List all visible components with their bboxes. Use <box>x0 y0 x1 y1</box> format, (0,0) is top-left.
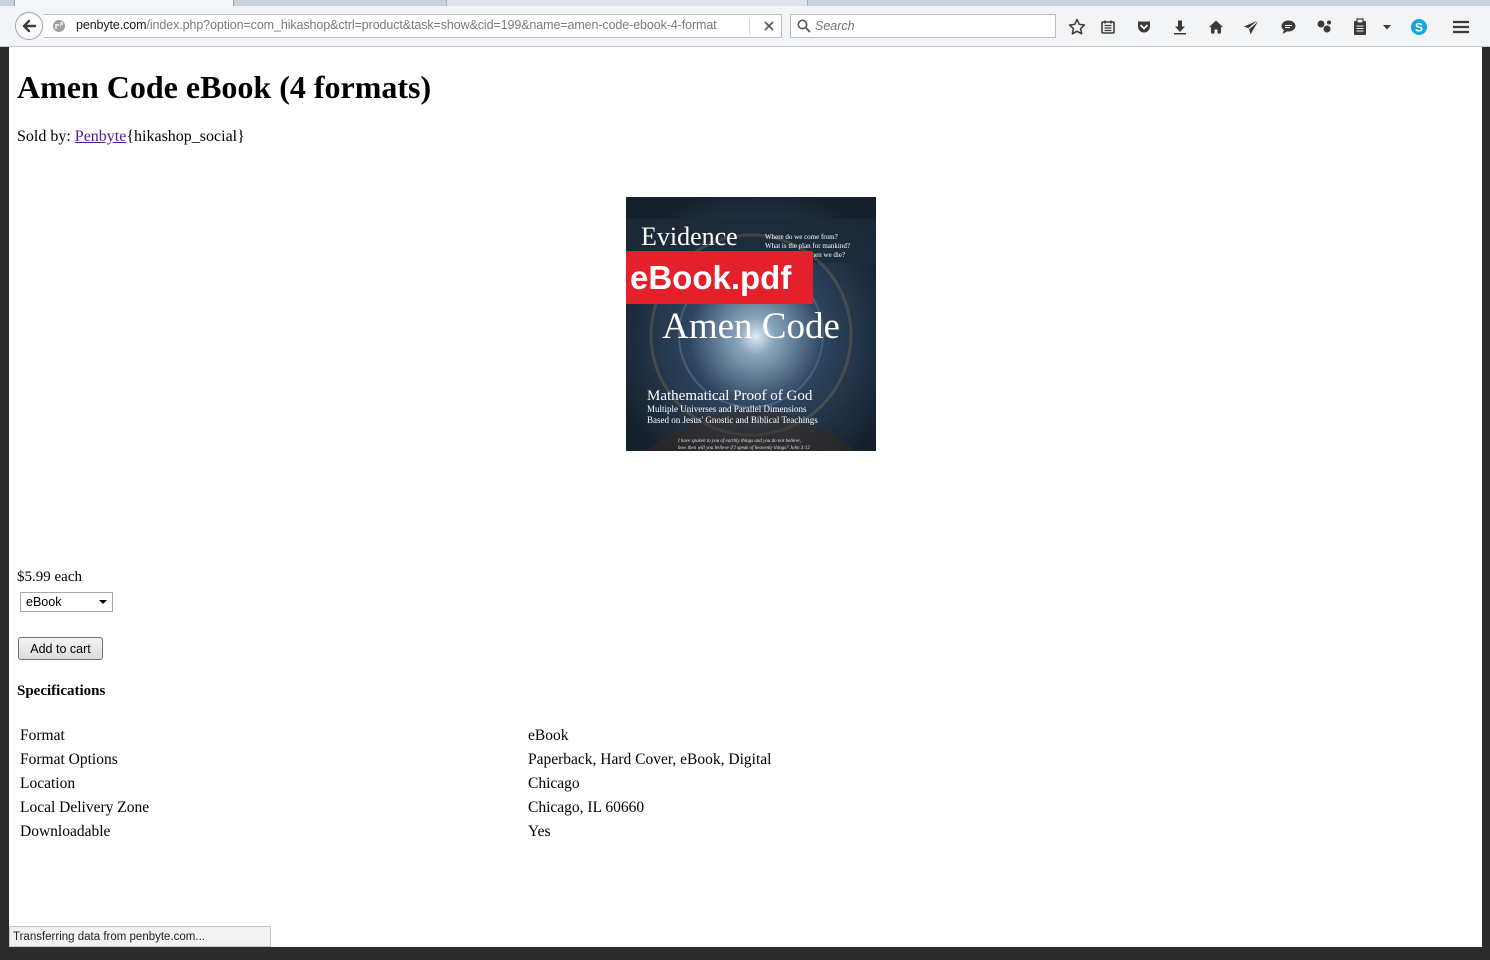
cover-tagline-2: Based on Jesus' Gnostic and Biblical Tea… <box>647 415 818 425</box>
cover-question-2: What is the plan for mankind? <box>765 242 850 250</box>
send-icon[interactable] <box>1240 16 1262 38</box>
home-icon[interactable] <box>1205 16 1227 38</box>
close-icon <box>764 21 774 31</box>
spec-key: Format Options <box>20 751 118 768</box>
search-bar[interactable] <box>790 14 1056 38</box>
format-select[interactable]: eBook <box>20 592 113 612</box>
menu-icon[interactable] <box>1450 16 1472 38</box>
seller-link[interactable]: Penbyte <box>75 128 127 145</box>
url-bar[interactable]: penbyte.com/index.php?option=com_hikasho… <box>44 14 782 38</box>
price: $5.99 each <box>17 569 82 585</box>
format-select-value: eBook <box>26 595 62 609</box>
table-row: Format eBook <box>17 724 771 748</box>
spec-value: Yes <box>528 823 551 840</box>
bookmark-star-icon[interactable] <box>1066 16 1088 38</box>
spec-key: Format <box>20 727 65 744</box>
spec-key: Location <box>20 775 76 792</box>
chevron-down-icon <box>99 600 107 604</box>
table-row: Format Options Paperback, Hard Cover, eBo… <box>17 748 771 772</box>
sold-by: Sold by: Penbyte{hikashop_social} <box>17 128 245 146</box>
back-arrow-icon <box>22 19 37 33</box>
table-row: Downloadable Yes <box>17 820 771 844</box>
svg-text:S: S <box>1415 20 1423 34</box>
social-placeholder: {hikashop_social} <box>126 128 245 145</box>
sold-by-label: Sold by: <box>17 128 75 145</box>
cover-heading: Evidence <box>641 222 738 251</box>
back-button[interactable] <box>15 12 43 40</box>
cover-subtitle: Mathematical Proof of God <box>647 388 813 404</box>
cover-quote-1: I have spoken to you of earthly things a… <box>677 439 801 444</box>
specifications-heading: Specifications <box>17 683 106 699</box>
specifications-table: Format eBook Format Options Paperback, Har… <box>17 724 771 844</box>
cover-book-title: Amen Code <box>662 306 840 347</box>
cover-question-1: Where do we come from? <box>765 233 838 241</box>
spec-key: Downloadable <box>20 823 111 840</box>
clipboard-icon[interactable] <box>1349 16 1371 38</box>
reading-list-icon[interactable] <box>1097 16 1119 38</box>
stop-button[interactable] <box>760 17 778 35</box>
spec-value: Chicago <box>528 775 580 792</box>
search-icon <box>797 19 811 33</box>
spec-value: Paperback, Hard Cover, eBook, Digital <box>528 751 772 768</box>
page-content: Amen Code eBook (4 formats) Sold by: Pen… <box>9 47 1482 947</box>
pocket-icon[interactable] <box>1133 16 1155 38</box>
browser-toolbar: penbyte.com/index.php?option=com_hikasho… <box>0 6 1490 47</box>
ebook-pdf-badge: eBook.pdf <box>630 259 792 296</box>
share-icon[interactable] <box>1313 16 1335 38</box>
download-icon[interactable] <box>1169 16 1191 38</box>
search-input[interactable] <box>815 16 1045 36</box>
table-row: Location Chicago <box>17 772 771 796</box>
product-image[interactable]: Evidence Where do we come from? What is … <box>626 197 876 451</box>
cover-quote-2: how then will you believe if I speak of … <box>678 446 810 451</box>
skype-icon[interactable]: S <box>1408 16 1430 38</box>
spec-value: eBook <box>528 727 569 744</box>
chat-icon[interactable] <box>1277 16 1299 38</box>
chevron-down-icon[interactable] <box>1376 16 1398 38</box>
page-title: Amen Code eBook (4 formats) <box>17 69 432 105</box>
add-to-cart-button[interactable]: Add to cart <box>18 637 103 660</box>
url-text: penbyte.com/index.php?option=com_hikasho… <box>76 18 717 32</box>
status-bar: Transferring data from penbyte.com... <box>9 926 271 947</box>
cover-tagline-1: Multiple Universes and Parallel Dimensio… <box>647 404 807 414</box>
spec-value: Chicago, IL 60660 <box>528 799 645 816</box>
globe-icon <box>53 20 65 32</box>
table-row: Local Delivery Zone Chicago, IL 60660 <box>17 796 771 820</box>
spec-key: Local Delivery Zone <box>20 799 150 816</box>
